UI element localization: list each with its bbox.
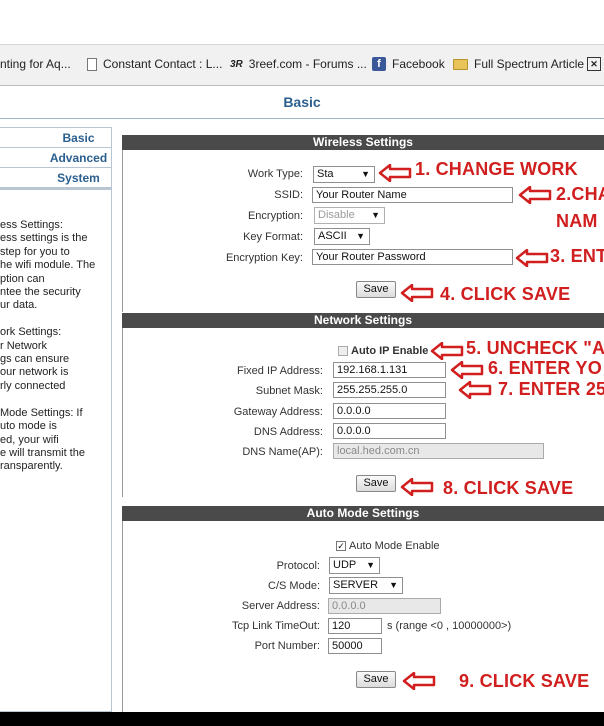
work-type-label: Work Type: xyxy=(247,168,303,180)
section-header-network: Network Settings xyxy=(122,313,604,328)
subnet-mask-label: Subnet Mask: xyxy=(255,385,323,397)
divider xyxy=(0,118,604,119)
bookmark-item[interactable]: f Facebook xyxy=(372,57,445,71)
bookmark-label: 3reef.com - Forums ... xyxy=(248,57,367,71)
work-type-value: Sta xyxy=(317,168,334,180)
arrow-left-icon xyxy=(430,342,464,360)
key-format-value: ASCII xyxy=(318,230,347,242)
bookmark-item[interactable]: Constant Contact : L... xyxy=(87,57,222,71)
bookmark-label: Constant Contact : L... xyxy=(103,57,223,71)
bookmark-item[interactable]: 3R 3reef.com - Forums ... xyxy=(230,57,367,71)
key-format-label: Key Format: xyxy=(243,231,303,243)
annotation-note: NAM xyxy=(556,211,598,231)
encryption-select[interactable]: Disable ▼ xyxy=(314,207,385,224)
ssid-input[interactable]: Your Router Name xyxy=(312,187,513,203)
gateway-input[interactable]: 0.0.0.0 xyxy=(333,403,446,419)
bookmark-item[interactable]: ✕ xyxy=(587,57,604,71)
auto-mode-checkbox[interactable]: ✓ xyxy=(336,541,346,551)
cs-mode-label: C/S Mode: xyxy=(268,580,320,592)
auto-mode-label: Auto Mode Enable xyxy=(349,540,440,552)
arrow-left-icon xyxy=(515,249,549,267)
bookmark-item[interactable]: Full Spectrum Article xyxy=(453,57,584,71)
folder-icon xyxy=(453,58,468,70)
dns-name-label: DNS Name(AP): xyxy=(242,446,323,458)
server-address-label: Server Address: xyxy=(241,600,320,612)
page-icon xyxy=(87,57,97,71)
encryption-value: Disable xyxy=(318,209,355,221)
encryption-label: Encryption: xyxy=(247,210,303,222)
cs-mode-select[interactable]: SERVER ▼ xyxy=(329,577,403,594)
port-number-input[interactable]: 50000 xyxy=(328,638,382,654)
arrow-left-icon xyxy=(378,164,412,182)
auto-ip-checkbox[interactable] xyxy=(338,346,348,356)
annotation-note: 2.CHA xyxy=(556,184,604,204)
chevron-down-icon: ▼ xyxy=(366,560,375,570)
annotation-note: 3. ENT xyxy=(550,246,604,266)
section-header-wireless: Wireless Settings xyxy=(122,135,604,150)
bookmark-label: Full Spectrum Article xyxy=(474,57,585,71)
dns-address-input[interactable]: 0.0.0.0 xyxy=(333,423,446,439)
sidebar-item-advanced[interactable]: Advanced xyxy=(0,148,111,168)
annotation-note: 8. CLICK SAVE xyxy=(443,478,574,498)
page-title: Basic xyxy=(283,94,321,110)
auto-mode-save-button[interactable]: Save xyxy=(356,671,396,688)
help-text: ess Settings: ess settings is the step f… xyxy=(0,219,96,473)
gateway-label: Gateway Address: xyxy=(233,406,323,418)
arrow-left-icon xyxy=(402,672,436,690)
annotation-note: 9. CLICK SAVE xyxy=(459,671,590,691)
protocol-value: UDP xyxy=(333,559,357,571)
bookmark-icon: ✕ xyxy=(587,57,601,71)
protocol-label: Protocol: xyxy=(276,560,320,572)
fixed-ip-label: Fixed IP Address: xyxy=(236,365,323,377)
tcp-timeout-unit: s (range <0 , 10000000>) xyxy=(387,620,512,632)
arrow-left-icon xyxy=(450,361,484,379)
arrow-left-icon xyxy=(400,478,434,496)
3reef-icon: 3R xyxy=(230,58,243,70)
network-save-button[interactable]: Save xyxy=(356,475,396,492)
chevron-down-icon: ▼ xyxy=(361,169,370,179)
encryption-key-label: Encryption Key: xyxy=(225,252,303,264)
bookmark-label: nting for Aq... xyxy=(0,57,71,71)
annotation-note: 4. CLICK SAVE xyxy=(440,284,571,304)
fixed-ip-input[interactable]: 192.168.1.131 xyxy=(333,362,446,378)
ssid-label: SSID: xyxy=(274,189,303,201)
tcp-timeout-input[interactable]: 120 xyxy=(328,618,382,634)
chevron-down-icon: ▼ xyxy=(389,580,398,590)
arrow-left-icon xyxy=(518,186,552,204)
chevron-down-icon: ▼ xyxy=(356,231,365,241)
cs-mode-value: SERVER xyxy=(333,579,379,591)
bookmarks-bar: nting for Aq... Constant Contact : L... … xyxy=(0,44,604,86)
annotation-note: 1. CHANGE WORK xyxy=(415,159,578,179)
sidebar-item-system[interactable]: System xyxy=(0,168,111,188)
wireless-save-button[interactable]: Save xyxy=(356,281,396,298)
annotation-note: 7. ENTER 25 xyxy=(498,379,604,399)
divider xyxy=(0,188,111,190)
arrow-left-icon xyxy=(458,381,492,399)
sidebar: Basic Advanced System ess Settings: ess … xyxy=(0,127,112,712)
dns-address-label: DNS Address: xyxy=(253,426,323,438)
sidebar-item-basic[interactable]: Basic xyxy=(0,128,111,148)
bookmark-item[interactable]: nting for Aq... xyxy=(0,57,71,71)
key-format-select[interactable]: ASCII ▼ xyxy=(314,228,370,245)
annotation-note: 6. ENTER YO xyxy=(488,358,602,378)
window-bottom xyxy=(0,712,604,726)
encryption-key-input[interactable]: Your Router Password xyxy=(312,249,513,265)
chevron-down-icon: ▼ xyxy=(371,210,380,220)
work-type-select[interactable]: Sta ▼ xyxy=(313,166,375,183)
subnet-mask-input[interactable]: 255.255.255.0 xyxy=(333,382,446,398)
bookmark-label: Facebook xyxy=(392,57,445,71)
tcp-timeout-label: Tcp Link TimeOut: xyxy=(231,620,320,632)
dns-name-input[interactable]: local.hed.com.cn xyxy=(333,443,544,459)
server-address-input[interactable]: 0.0.0.0 xyxy=(328,598,441,614)
window-top xyxy=(0,0,604,44)
arrow-left-icon xyxy=(400,284,434,302)
protocol-select[interactable]: UDP ▼ xyxy=(329,557,380,574)
port-number-label: Port Number: xyxy=(254,640,320,652)
section-header-auto-mode: Auto Mode Settings xyxy=(122,506,604,521)
annotation-note: 5. UNCHECK "A xyxy=(466,338,604,358)
facebook-icon: f xyxy=(372,57,386,71)
auto-ip-label: Auto IP Enable xyxy=(351,345,429,357)
